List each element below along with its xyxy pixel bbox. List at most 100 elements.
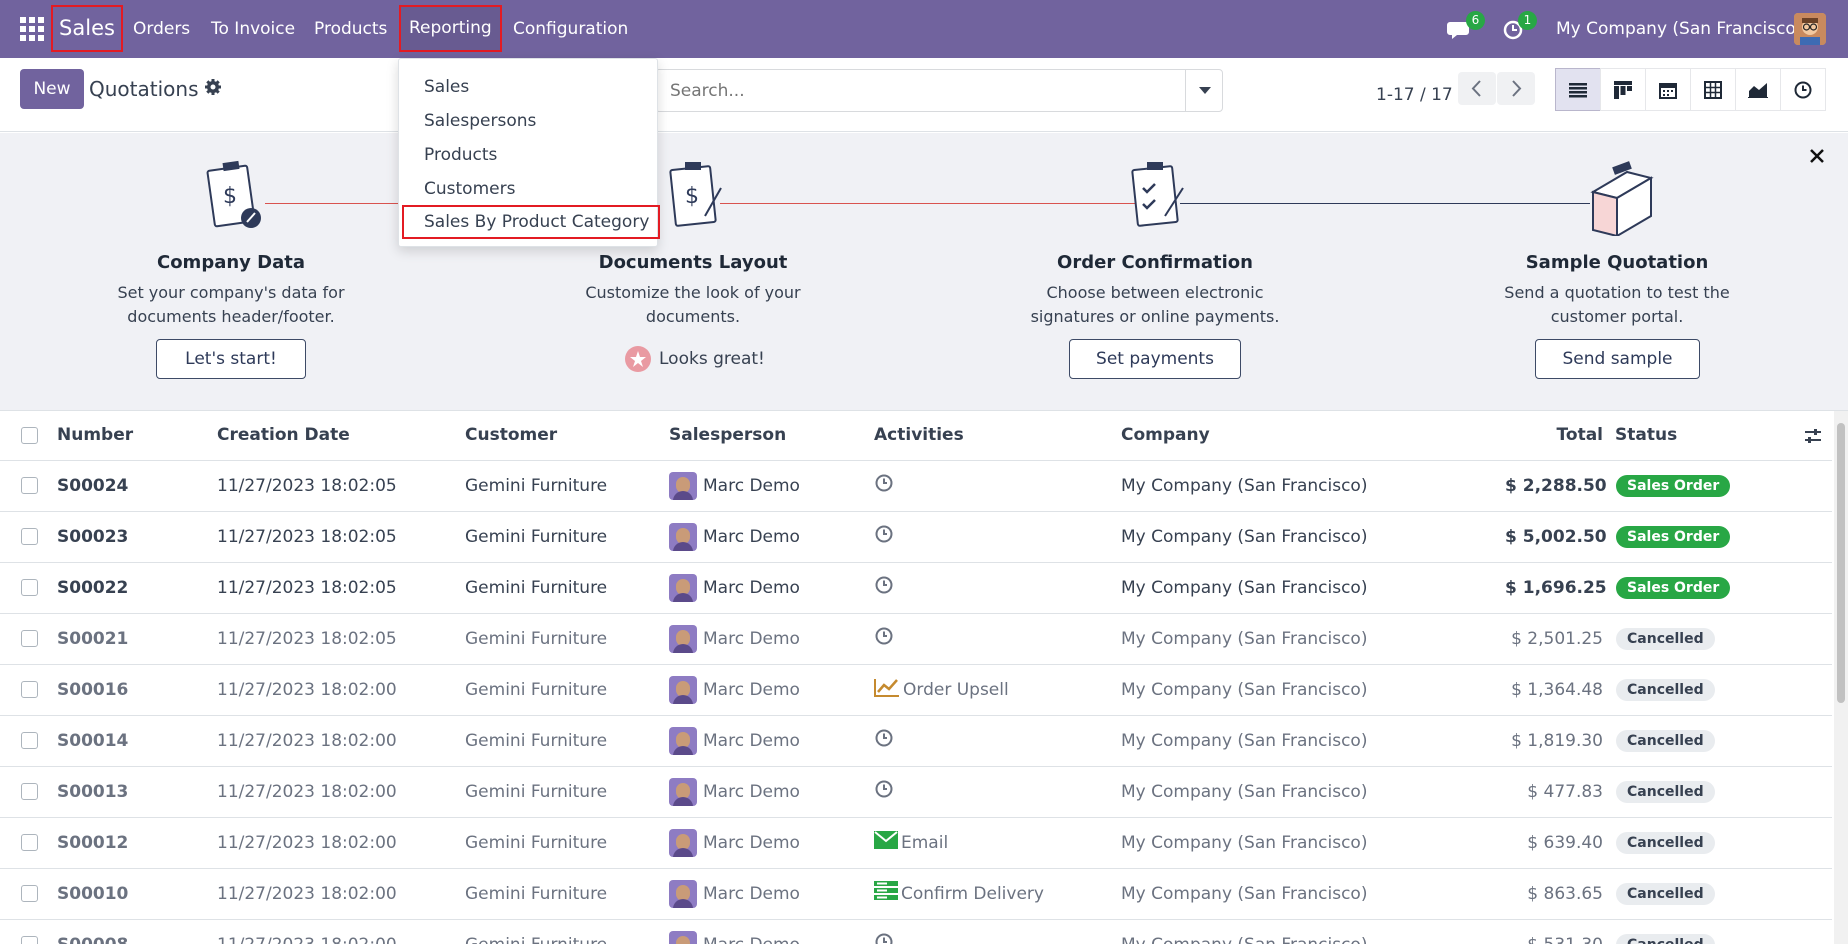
app-brand-sales[interactable]: Sales [51,5,123,52]
step-title: Order Confirmation [1057,252,1253,273]
row-checkbox[interactable] [21,936,38,944]
salesperson-name: Marc Demo [703,730,800,751]
svg-text:$: $ [223,184,237,209]
clock-icon[interactable] [874,473,894,498]
list-scrollbar[interactable] [1834,411,1848,944]
clock-icon[interactable] [874,932,894,944]
menu-products[interactable]: Products [314,0,387,58]
apps-grid-icon[interactable] [20,17,44,41]
table-row[interactable]: S00016 11/27/2023 18:02:00 Gemini Furnitur… [0,664,1832,716]
reporting-menu-sales[interactable]: Sales [399,70,657,104]
row-checkbox[interactable] [21,681,38,698]
column-header-activities[interactable]: Activities [874,411,1121,461]
search-options-toggle[interactable] [1185,69,1223,112]
customer-name: Gemini Furniture [465,460,669,512]
activity-summary[interactable]: Confirm Delivery [901,884,1044,904]
column-header-creation-date[interactable]: Creation Date [217,411,465,461]
creation-date: 11/27/2023 18:02:00 [217,868,465,920]
column-header-number[interactable]: Number [57,411,217,461]
row-checkbox[interactable] [21,885,38,902]
company-switcher[interactable]: My Company (San Francisco) [1556,0,1802,58]
column-header-company[interactable]: Company [1121,411,1505,461]
column-header-status[interactable]: Status [1615,425,1677,445]
table-row[interactable]: S00008 11/27/2023 18:02:00Gemini Furnitur… [0,919,1832,944]
customer-name: Gemini Furniture [465,715,669,767]
column-header-customer[interactable]: Customer [465,411,669,461]
list-view-button[interactable] [1555,68,1601,111]
table-row[interactable]: S00012 11/27/2023 18:02:00 Gemini Furnitur… [0,817,1832,869]
clock-icon[interactable] [874,728,894,753]
table-row[interactable]: S00010 11/27/2023 18:02:00 Gemini Furnitur… [0,868,1832,920]
step-title: Documents Layout [598,252,788,273]
gear-icon[interactable] [204,78,222,96]
row-checkbox[interactable] [21,579,38,596]
activity-summary[interactable]: Order Upsell [903,680,1009,700]
clock-icon[interactable] [874,626,894,651]
delivery-icon[interactable] [874,881,898,906]
reporting-menu-sales-by-product-category[interactable]: Sales By Product Category [402,205,660,239]
clock-icon[interactable] [874,524,894,549]
select-all-checkbox[interactable] [21,426,38,444]
menu-orders[interactable]: Orders [133,0,190,58]
pager-previous-button[interactable] [1458,72,1496,105]
kanban-view-button[interactable] [1600,68,1646,111]
table-row[interactable]: S00024 11/27/2023 18:02:05 Gemini Furnitur… [0,460,1832,512]
order-number: S00008 [57,935,128,944]
row-checkbox[interactable] [21,732,38,749]
menu-configuration[interactable]: Configuration [513,0,628,58]
salesperson-name: Marc Demo [703,526,800,547]
svg-text:$: $ [685,184,699,209]
close-icon[interactable] [1808,147,1826,165]
pager-next-button[interactable] [1497,72,1535,105]
reporting-menu-salespersons[interactable]: Salespersons [399,104,657,138]
calendar-view-button[interactable] [1645,68,1691,111]
email-icon[interactable] [874,831,898,854]
clock-icon[interactable] [874,779,894,804]
table-row[interactable]: S00021 11/27/2023 18:02:05 Gemini Furnitur… [0,613,1832,665]
row-checkbox[interactable] [21,477,38,494]
user-avatar[interactable] [1794,13,1826,45]
menu-to-invoice[interactable]: To Invoice [211,0,295,58]
send-sample-button[interactable]: Send sample [1535,339,1700,379]
quotations-list: Number Creation Date Customer Salesperso… [0,411,1832,944]
pivot-view-button[interactable] [1690,68,1736,111]
status-badge: Sales Order [1616,525,1731,548]
order-total: $ 2,288.50 [1505,460,1615,512]
status-badge: Sales Order [1616,474,1731,497]
search-input[interactable] [670,78,1190,104]
salesperson-name: Marc Demo [703,781,800,802]
order-number: S00014 [57,730,129,751]
table-row[interactable]: S00023 11/27/2023 18:02:05 Gemini Furnitur… [0,511,1832,563]
lets-start-button[interactable]: Let's start! [156,339,306,379]
column-header-salesperson[interactable]: Salesperson [669,411,874,461]
activity-summary[interactable]: Email [901,833,948,853]
upsell-chart-icon[interactable] [874,677,900,702]
row-checkbox[interactable] [21,630,38,647]
pager-value[interactable]: 1-17 / 17 [1376,58,1453,132]
reporting-menu-customers[interactable]: Customers [399,172,657,206]
graph-view-button[interactable] [1735,68,1781,111]
clock-icon[interactable] [874,575,894,600]
new-button[interactable]: New [20,69,84,109]
table-row[interactable]: S00022 11/27/2023 18:02:05 Gemini Furnitur… [0,562,1832,614]
table-row[interactable]: S00013 11/27/2023 18:02:00 Gemini Furnitur… [0,766,1832,818]
optional-columns-toggle-icon[interactable] [1804,427,1822,445]
scrollbar-thumb[interactable] [1837,423,1845,703]
activity-view-button[interactable] [1780,68,1826,111]
status-badge: Cancelled [1616,933,1715,944]
row-checkbox[interactable] [21,834,38,851]
row-checkbox[interactable] [21,528,38,545]
order-total: $ 1,819.30 [1505,715,1615,767]
row-checkbox[interactable] [21,783,38,800]
order-number: S00022 [57,577,129,598]
order-number: S00023 [57,526,129,547]
table-row[interactable]: S00014 11/27/2023 18:02:00 Gemini Furnitur… [0,715,1832,767]
column-header-total[interactable]: Total [1505,411,1615,461]
table-header: Number Creation Date Customer Salesperso… [0,411,1832,461]
set-payments-button[interactable]: Set payments [1069,339,1241,379]
menu-reporting[interactable]: Reporting [399,5,502,52]
salesperson-name: Marc Demo [703,935,800,944]
looks-great-indicator: Looks great! [625,346,765,372]
company-name: My Company (San Francisco) [1121,664,1505,716]
reporting-menu-products[interactable]: Products [399,138,657,172]
